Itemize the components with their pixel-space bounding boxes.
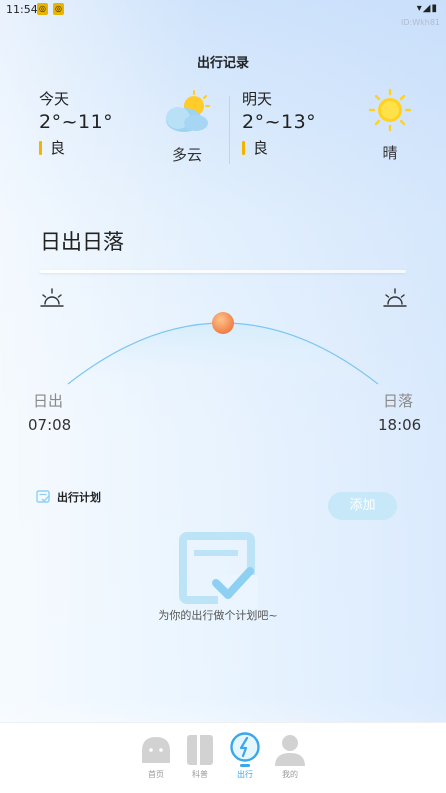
tab-label: 我的 bbox=[282, 770, 298, 779]
empty-plan-icon bbox=[179, 532, 258, 609]
sunset-label: 日落 bbox=[383, 392, 414, 410]
add-plan-button[interactable]: 添加 bbox=[328, 492, 397, 520]
tab-label: 首页 bbox=[148, 770, 164, 779]
today-weather-box: 多云 bbox=[162, 90, 212, 165]
tomorrow-weather-box: 晴 bbox=[366, 88, 414, 163]
bottom-tab-bar: 首页 科普 出行 我的 bbox=[0, 722, 446, 793]
book-icon bbox=[180, 731, 220, 769]
today-temp: 2°~11° bbox=[39, 111, 114, 133]
status-sub-text: ID:Wkh81 bbox=[400, 18, 440, 27]
sunset-time: 18:06 bbox=[378, 416, 422, 434]
status-time: 11:54 bbox=[6, 3, 38, 16]
tomorrow-weather-label: 晴 bbox=[382, 144, 398, 162]
section-divider bbox=[40, 270, 406, 273]
tomorrow-label: 明天 bbox=[242, 90, 273, 108]
sun-position-dot bbox=[212, 312, 234, 334]
tab-travel[interactable]: 出行 bbox=[225, 731, 265, 780]
tab-label: 出行 bbox=[237, 770, 253, 779]
notification-badge-icon: ◎ bbox=[37, 3, 48, 15]
sun-section-title: 日出日落 bbox=[40, 230, 124, 254]
plan-icon bbox=[36, 490, 50, 503]
sun-icon bbox=[368, 88, 412, 132]
air-quality-bar bbox=[242, 140, 245, 155]
tomorrow-weather: 明天 2°~13° 良 bbox=[242, 88, 316, 158]
page-title: 出行记录 bbox=[196, 56, 249, 71]
sun-arc bbox=[67, 312, 379, 385]
plan-header: 出行计划 bbox=[36, 489, 101, 505]
tab-home[interactable]: 首页 bbox=[136, 731, 176, 780]
home-icon bbox=[136, 731, 176, 769]
tab-mine[interactable]: 我的 bbox=[270, 731, 310, 780]
sunrise-time: 07:08 bbox=[28, 416, 72, 434]
cloudy-sun-icon bbox=[166, 90, 210, 132]
today-weather: 今天 2°~11° 良 bbox=[39, 88, 113, 158]
today-weather-label: 多云 bbox=[171, 146, 202, 164]
notification-badge-icon: ◎ bbox=[53, 3, 64, 15]
air-quality-bar bbox=[39, 140, 42, 155]
tomorrow-air-quality: 良 bbox=[242, 137, 316, 158]
tomorrow-temp: 2°~13° bbox=[242, 111, 317, 133]
tab-science[interactable]: 科普 bbox=[180, 731, 220, 780]
sunrise-label: 日出 bbox=[33, 392, 64, 410]
tomorrow-air-label: 良 bbox=[253, 139, 269, 157]
empty-plan-text: 为你的出行做个计划吧~ bbox=[158, 609, 278, 622]
tab-label: 科普 bbox=[192, 770, 208, 779]
today-air-quality: 良 bbox=[39, 137, 113, 158]
today-label: 今天 bbox=[39, 90, 70, 108]
plan-title: 出行计划 bbox=[57, 491, 101, 504]
user-icon bbox=[270, 731, 310, 769]
status-bar: 11:54 ◎ ◎ ▾◢▮ ID:Wkh81 bbox=[0, 0, 446, 27]
weather-divider bbox=[229, 96, 230, 164]
today-air-label: 良 bbox=[50, 139, 66, 157]
signal-icons: ▾◢▮ bbox=[416, 3, 438, 14]
travel-icon bbox=[225, 731, 265, 769]
